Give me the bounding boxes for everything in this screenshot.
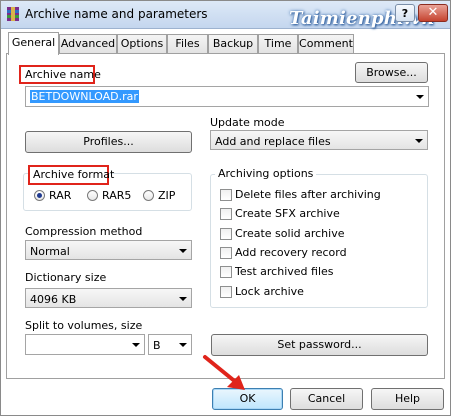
create-sfx-checkbox[interactable] <box>220 208 232 220</box>
red-arrow-icon <box>203 355 245 390</box>
update-mode-select[interactable]: Add and replace files <box>210 130 428 150</box>
archive-name-value: BETDOWNLOAD.rar <box>30 90 139 103</box>
chevron-down-icon <box>179 297 187 301</box>
title-help-button[interactable]: ? <box>395 4 415 22</box>
zip-radio-label[interactable]: ZIP <box>158 189 175 202</box>
rar-radio-label[interactable]: RAR <box>49 189 71 202</box>
create-solid-label[interactable]: Create solid archive <box>235 227 344 240</box>
create-sfx-label[interactable]: Create SFX archive <box>235 207 340 220</box>
tab-options[interactable]: Options <box>117 34 167 53</box>
lock-archive-checkbox[interactable] <box>220 286 232 298</box>
chevron-down-icon <box>179 343 187 347</box>
title-bar: Archive name and parameters Taimienphi.v… <box>1 1 450 29</box>
chevron-down-icon <box>415 139 423 143</box>
tab-files[interactable]: Files <box>167 34 208 53</box>
cancel-button[interactable]: Cancel <box>290 388 363 410</box>
tab-time[interactable]: Time <box>258 34 298 53</box>
browse-button[interactable]: Browse... <box>355 62 428 83</box>
lock-archive-label[interactable]: Lock archive <box>235 285 304 298</box>
help-button[interactable]: Help <box>371 388 444 410</box>
archive-name-input[interactable]: BETDOWNLOAD.rar <box>25 86 429 107</box>
compression-method-select[interactable]: Normal <box>25 240 192 260</box>
tab-comment[interactable]: Comment <box>298 34 354 53</box>
update-mode-value: Add and replace files <box>215 135 331 148</box>
winrar-icon <box>7 7 19 21</box>
test-files-label[interactable]: Test archived files <box>235 265 334 278</box>
recovery-record-label[interactable]: Add recovery record <box>235 246 347 259</box>
archive-format-label: Archive format <box>33 168 115 181</box>
chevron-down-icon[interactable] <box>132 343 140 347</box>
profiles-button[interactable]: Profiles... <box>25 131 192 153</box>
chevron-down-icon[interactable] <box>416 95 424 99</box>
delete-files-checkbox[interactable] <box>220 189 232 201</box>
tab-general[interactable]: General <box>8 32 59 55</box>
rar5-radio[interactable] <box>87 190 98 201</box>
tab-advanced[interactable]: Advanced <box>59 34 117 53</box>
split-unit-value: B <box>153 339 161 352</box>
compression-method-label: Compression method <box>25 225 143 238</box>
update-mode-label: Update mode <box>210 116 285 129</box>
dictionary-size-value: 4096 KB <box>30 293 77 306</box>
window-title: Archive name and parameters <box>25 7 208 21</box>
split-volumes-label: Split to volumes, size <box>25 319 143 332</box>
dictionary-size-select[interactable]: 4096 KB <box>25 288 192 308</box>
delete-files-label[interactable]: Delete files after archiving <box>235 188 381 201</box>
recovery-record-checkbox[interactable] <box>220 247 232 259</box>
archiving-options-label: Archiving options <box>215 167 317 180</box>
rar5-radio-label[interactable]: RAR5 <box>102 189 131 202</box>
rar-radio[interactable] <box>34 190 45 201</box>
test-files-checkbox[interactable] <box>220 266 232 278</box>
create-solid-checkbox[interactable] <box>220 228 232 240</box>
close-button[interactable]: ✕ <box>418 4 448 22</box>
split-size-input[interactable] <box>25 334 145 355</box>
archive-dialog: Archive name and parameters Taimienphi.v… <box>0 0 451 416</box>
tab-backup[interactable]: Backup <box>208 34 258 53</box>
split-unit-select[interactable]: B <box>148 334 192 355</box>
archive-name-label: Archive name <box>25 68 101 81</box>
dictionary-size-label: Dictionary size <box>25 271 107 284</box>
compression-method-value: Normal <box>30 245 70 258</box>
zip-radio[interactable] <box>143 190 154 201</box>
chevron-down-icon <box>179 249 187 253</box>
